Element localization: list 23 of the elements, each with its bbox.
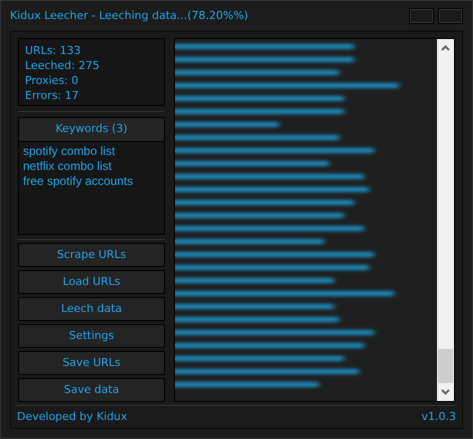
action-button[interactable]: Save data — [18, 378, 165, 402]
panel-header: Keywords (3) — [19, 118, 164, 142]
action-button[interactable]: Save URLs — [18, 351, 165, 375]
action-button[interactable]: Scrape URLs — [18, 243, 165, 267]
keyword-item[interactable]: spotify combo list — [23, 144, 160, 159]
stat-text: Leeched: 275 — [25, 58, 100, 73]
keyword-item[interactable]: free spotify accounts — [23, 174, 160, 189]
window-button[interactable] — [409, 8, 434, 24]
window-title: Kidux Leecher - Leeching data...(78.20%%) — [10, 8, 248, 24]
scroll-up-icon[interactable] — [441, 45, 450, 51]
action-button[interactable]: Leech data — [18, 297, 165, 321]
action-button[interactable]: Settings — [18, 324, 165, 348]
stat-text: Errors: 17 — [25, 88, 80, 103]
keyword-item[interactable]: netflix combo list — [23, 159, 160, 174]
scroll-thumb[interactable] — [438, 349, 453, 383]
stat-text: URLs: 133 — [25, 43, 82, 58]
action-button[interactable]: Load URLs — [18, 270, 165, 294]
scroll-down-icon[interactable] — [441, 389, 450, 395]
version-text: v1.0.3 — [422, 408, 456, 425]
scrollbar[interactable] — [437, 39, 454, 401]
window-button[interactable] — [438, 8, 463, 24]
credit-text: Developed by Kidux — [17, 408, 128, 425]
stat-text: Proxies: 0 — [25, 73, 80, 88]
